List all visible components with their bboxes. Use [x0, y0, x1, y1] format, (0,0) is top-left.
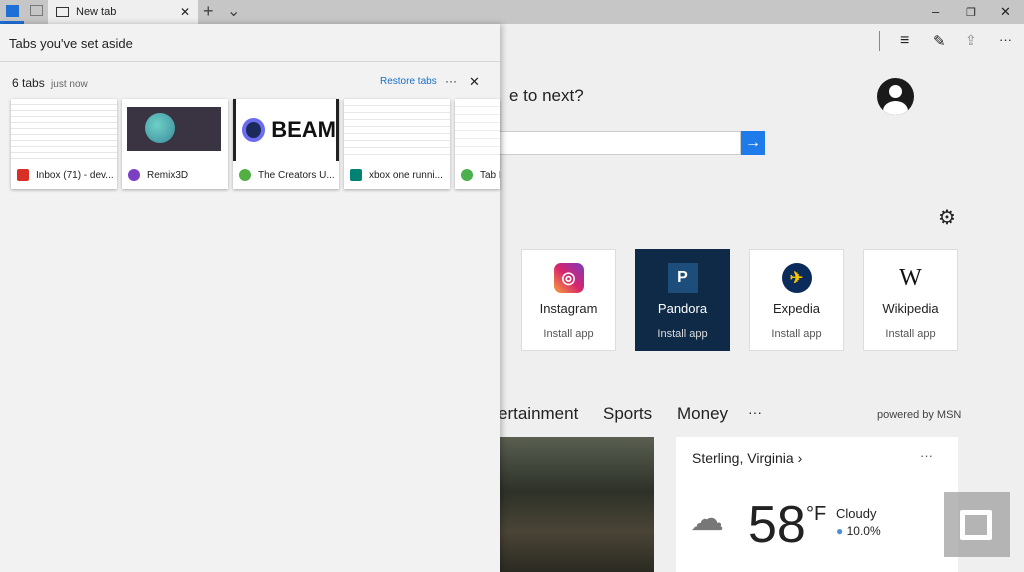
more-categories-button[interactable]: ···	[748, 404, 762, 420]
restore-button[interactable]: ❐	[966, 6, 976, 19]
install-app-link[interactable]: Install app	[522, 328, 615, 340]
temperature: 58	[748, 496, 806, 554]
xbox-icon	[239, 169, 251, 181]
remove-tabs-button[interactable]: ✕	[469, 74, 480, 90]
search-input[interactable]	[500, 131, 741, 155]
thumbnail	[11, 99, 117, 161]
tile-name: Instagram	[539, 301, 598, 316]
raindrop-icon: ●	[836, 524, 844, 538]
news-image[interactable]	[500, 437, 654, 572]
title-bar: New tab ✕ + ⌄ – ❐ ✕	[0, 0, 1024, 24]
category-money[interactable]: Money	[677, 404, 728, 424]
web-note-icon[interactable]: ✎	[933, 32, 946, 50]
panel-title: Tabs you've set aside	[9, 36, 133, 51]
tabs-set-aside-panel: Tabs you've set aside 6 tabs just now Re…	[0, 24, 500, 572]
weather-card[interactable]: Sterling, Virginia › ··· ☁ 58 °F Cloudy …	[676, 437, 958, 572]
minimize-button[interactable]: –	[932, 4, 939, 19]
share-icon[interactable]: ⇪	[965, 32, 977, 49]
tab-title: New tab	[76, 6, 117, 18]
new-tab-button[interactable]: +	[203, 1, 214, 22]
avatar[interactable]	[877, 78, 914, 115]
divider	[0, 61, 500, 62]
engadget-watermark	[944, 492, 1010, 557]
tab-label: Remix3D	[147, 169, 189, 181]
set-aside-tab[interactable]: Inbox (71) - dev...	[11, 99, 117, 189]
category-sports[interactable]: Sports	[603, 404, 652, 424]
tile-pandora[interactable]: P Pandora Install app	[635, 249, 730, 351]
thumbnail: BEAM	[233, 99, 339, 161]
install-app-link[interactable]: Install app	[864, 328, 957, 340]
thumbnail	[455, 99, 500, 161]
tab-label: Inbox (71) - dev...	[36, 169, 114, 181]
set-aside-tab[interactable]: Tab F	[455, 99, 500, 189]
tab-label: The Creators U...	[258, 169, 335, 181]
page-icon	[56, 7, 69, 17]
weather-location[interactable]: Sterling, Virginia	[692, 450, 794, 466]
install-app-link[interactable]: Install app	[750, 328, 843, 340]
weather-condition: Cloudy	[836, 506, 877, 521]
tab-manager-icon[interactable]	[6, 5, 19, 17]
timestamp: just now	[51, 79, 88, 90]
chevron-right-icon: ›	[797, 450, 803, 466]
tile-name: Expedia	[773, 301, 820, 316]
instagram-icon: ◎	[553, 263, 584, 293]
more-menu-button[interactable]: ···	[999, 32, 1012, 47]
beam-logo: BEAM	[271, 117, 336, 142]
temperature-unit: °F	[806, 503, 827, 525]
pandora-icon: P	[667, 263, 698, 293]
hub-icon[interactable]: ≡	[900, 32, 909, 50]
tile-name: Wikipedia	[882, 301, 939, 316]
precipitation: 10.0%	[846, 524, 881, 538]
search-heading: e to next?	[509, 86, 584, 105]
restore-tabs-link[interactable]: Restore tabs	[380, 76, 437, 87]
thumbnail	[127, 107, 221, 151]
tile-wikipedia[interactable]: W Wikipedia Install app	[863, 249, 958, 351]
close-window-button[interactable]: ✕	[1000, 4, 1011, 20]
thumbnail	[344, 99, 450, 161]
install-app-link[interactable]: Install app	[636, 328, 729, 340]
tile-name: Pandora	[657, 301, 708, 316]
weather-more-button[interactable]: ···	[920, 448, 933, 463]
category-entertainment[interactable]: ertainment	[498, 404, 578, 424]
set-aside-tab[interactable]: xbox one runni...	[344, 99, 450, 189]
expedia-icon: ✈	[781, 263, 812, 293]
cloud-icon: ☁	[690, 500, 724, 538]
set-aside-tabs-icon[interactable]	[30, 5, 43, 16]
tab-count: 6 tabs	[12, 76, 45, 90]
search-button[interactable]: →	[741, 131, 765, 155]
divider	[879, 31, 880, 51]
gmail-icon	[17, 169, 29, 181]
more-options-button[interactable]: ···	[445, 74, 457, 88]
wikipedia-icon: W	[899, 264, 922, 291]
tab-list-button[interactable]: ⌄	[227, 1, 240, 21]
powered-by-msn: powered by MSN	[877, 409, 962, 421]
tab-new-tab[interactable]: New tab ✕	[48, 0, 198, 24]
tab-label: Tab F	[480, 169, 500, 181]
clover-icon	[461, 169, 473, 181]
settings-gear-icon[interactable]: ⚙	[938, 205, 956, 230]
set-aside-tab[interactable]: Remix3D	[122, 99, 228, 189]
bing-icon	[350, 169, 362, 181]
tile-expedia[interactable]: ✈ Expedia Install app	[749, 249, 844, 351]
tile-instagram[interactable]: ◎ Instagram Install app	[521, 249, 616, 351]
close-tab-icon[interactable]: ✕	[180, 5, 190, 19]
set-aside-tab[interactable]: BEAM The Creators U...	[233, 99, 339, 189]
remix3d-icon	[128, 169, 140, 181]
tab-label: xbox one runni...	[369, 169, 443, 181]
